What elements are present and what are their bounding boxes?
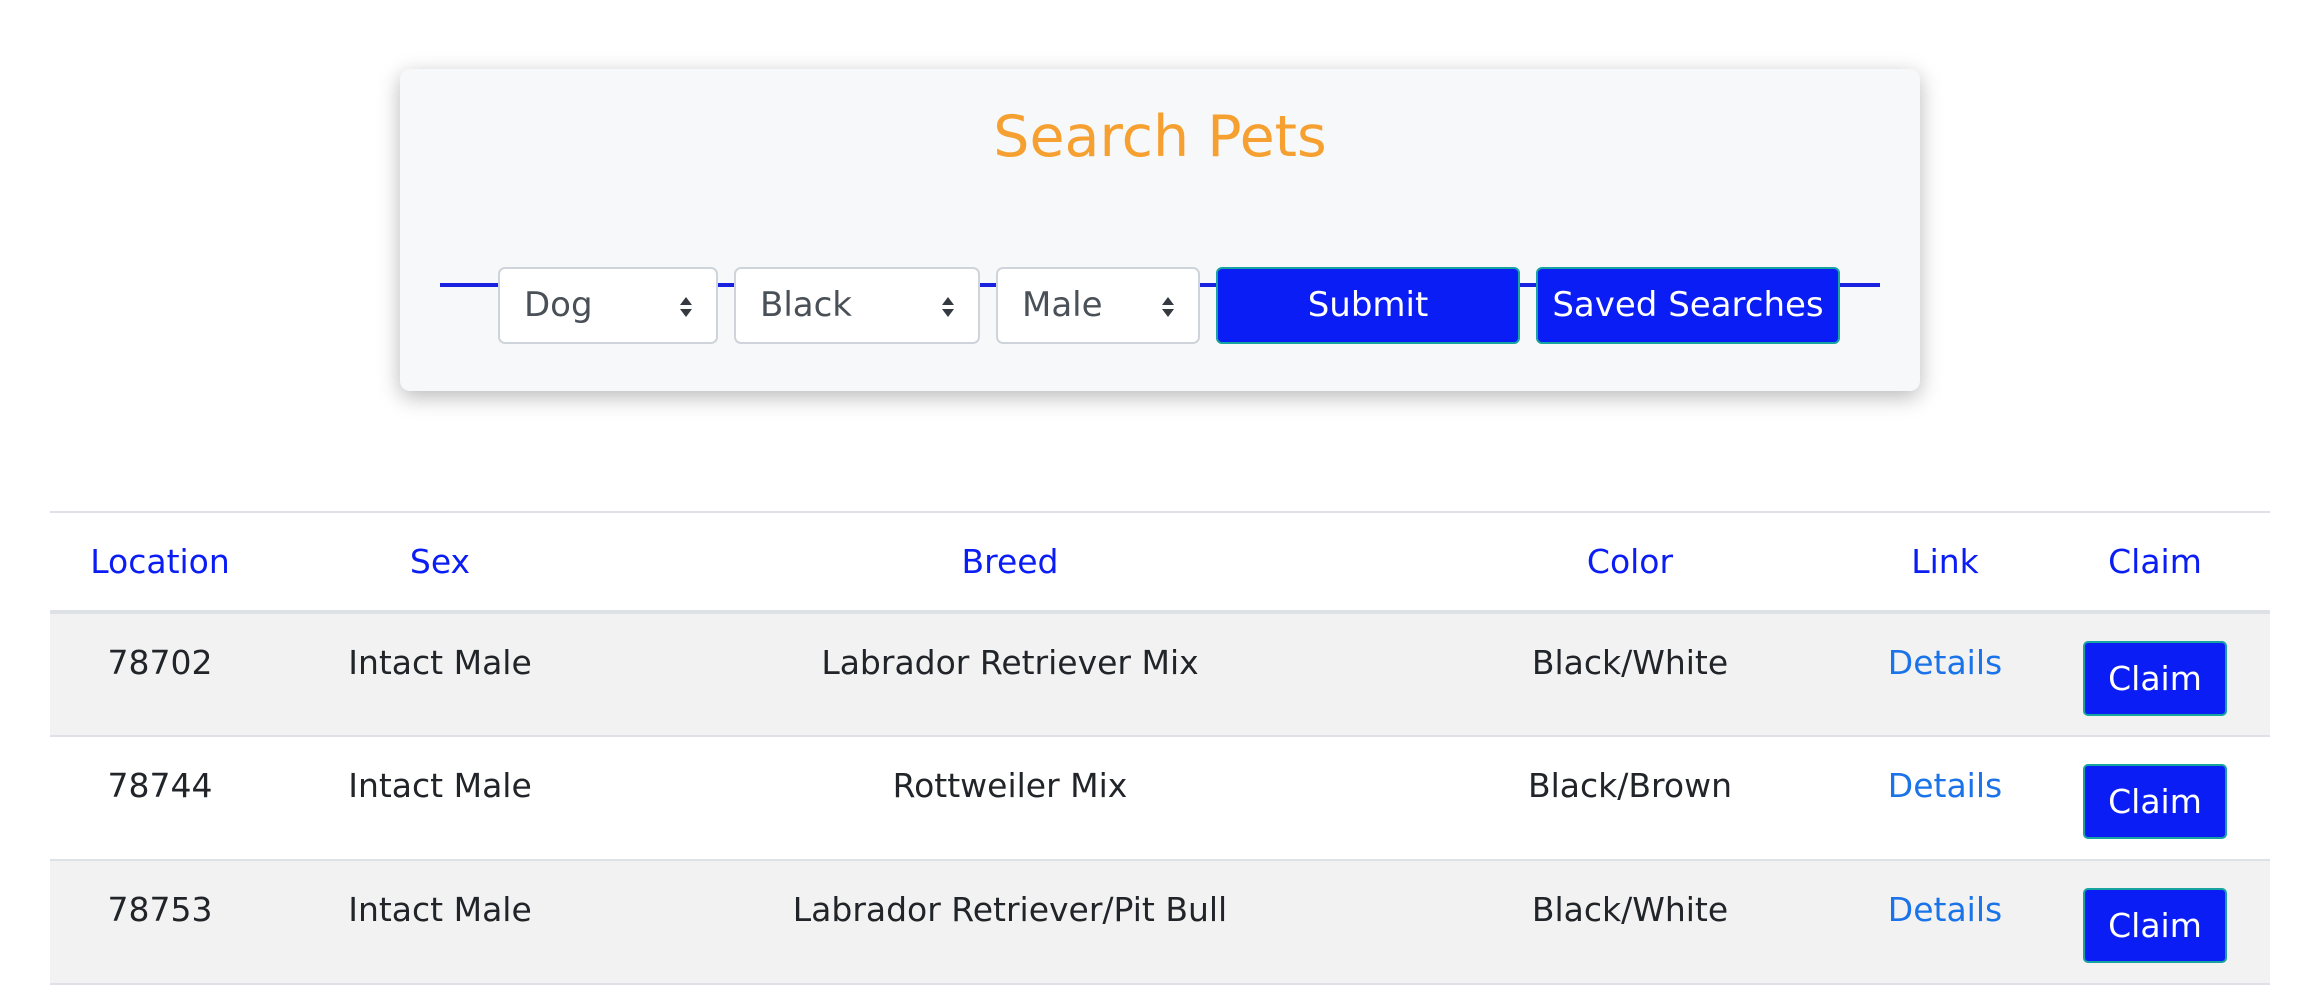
table-row: 78744 Intact Male Rottweiler Mix Black/B… [50, 736, 2270, 861]
results-table: Location Sex Breed Color Link Claim 7870… [50, 511, 2270, 985]
sort-arrows-icon [940, 269, 956, 342]
cell-location: 78744 [50, 736, 270, 861]
column-header-sex: Sex [270, 511, 610, 614]
animal-select-value: Dog [524, 285, 593, 325]
details-link[interactable]: Details [1888, 890, 2002, 929]
column-header-breed: Breed [610, 511, 1410, 614]
sex-select-value: Male [1022, 285, 1103, 325]
column-header-claim: Claim [2040, 511, 2270, 614]
saved-searches-button[interactable]: Saved Searches [1536, 267, 1840, 344]
cell-breed: Rottweiler Mix [610, 736, 1410, 861]
page-title: Search Pets [993, 104, 1327, 170]
cell-sex: Intact Male [270, 736, 610, 861]
animal-select[interactable]: Dog [498, 267, 718, 344]
cell-location: 78753 [50, 860, 270, 985]
cell-breed: Labrador Retriever/Pit Bull [610, 860, 1410, 985]
color-select-value: Black [760, 285, 852, 325]
cell-link: Details [1850, 736, 2040, 861]
column-header-link: Link [1850, 511, 2040, 614]
cell-location: 78702 [50, 612, 270, 737]
cell-color: Black/White [1410, 860, 1850, 985]
details-link[interactable]: Details [1888, 766, 2002, 805]
cell-claim: Claim [2040, 612, 2270, 737]
cell-claim: Claim [2040, 736, 2270, 861]
cell-sex: Intact Male [270, 860, 610, 985]
cell-claim: Claim [2040, 860, 2270, 985]
cell-link: Details [1850, 860, 2040, 985]
table-row: 78753 Intact Male Labrador Retriever/Pit… [50, 860, 2270, 985]
claim-button[interactable]: Claim [2083, 888, 2227, 963]
sex-select[interactable]: Male [996, 267, 1200, 344]
cell-color: Black/Brown [1410, 736, 1850, 861]
results-table-container: Location Sex Breed Color Link Claim 7870… [50, 511, 2270, 985]
table-header-row: Location Sex Breed Color Link Claim [50, 511, 2270, 614]
claim-button[interactable]: Claim [2083, 764, 2227, 839]
cell-breed: Labrador Retriever Mix [610, 612, 1410, 737]
cell-sex: Intact Male [270, 612, 610, 737]
submit-button[interactable]: Submit [1216, 267, 1520, 344]
column-header-color: Color [1410, 511, 1850, 614]
color-select[interactable]: Black [734, 267, 980, 344]
cell-color: Black/White [1410, 612, 1850, 737]
sort-arrows-icon [1160, 269, 1176, 342]
details-link[interactable]: Details [1888, 643, 2002, 682]
claim-button[interactable]: Claim [2083, 641, 2227, 716]
table-row: 78702 Intact Male Labrador Retriever Mix… [50, 612, 2270, 737]
cell-link: Details [1850, 612, 2040, 737]
sort-arrows-icon [678, 269, 694, 342]
column-header-location: Location [50, 511, 270, 614]
